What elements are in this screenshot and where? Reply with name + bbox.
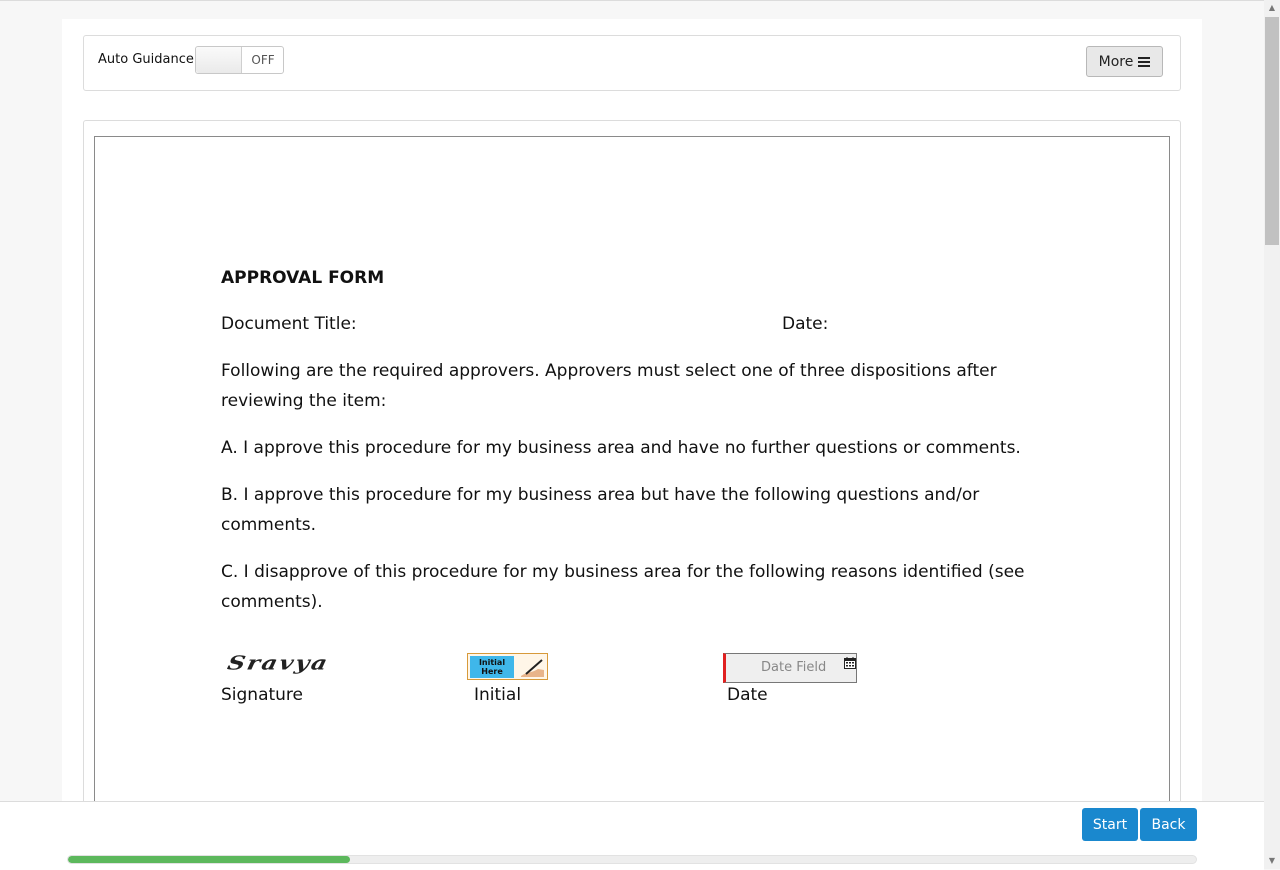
hamburger-icon xyxy=(1138,56,1151,67)
progress-bar xyxy=(67,855,1197,864)
toolbar: Auto Guidance OFF More xyxy=(83,35,1181,91)
more-label: More xyxy=(1098,53,1134,70)
start-button[interactable]: Start xyxy=(1082,808,1138,841)
date-field-input[interactable]: Date Field xyxy=(723,653,857,683)
date-field-placeholder: Date Field xyxy=(761,660,827,675)
initial-label: Initial xyxy=(474,685,522,705)
initial-here-tag: Initial Here xyxy=(470,656,514,678)
option-c-text: C. I disapprove of this procedure for my… xyxy=(221,562,1025,612)
auto-guidance-label: Auto Guidance xyxy=(98,52,194,67)
scroll-down-arrow-icon[interactable]: ▼ xyxy=(1264,853,1280,869)
document-title-label: Document Title: xyxy=(221,314,357,334)
auto-guidance-toggle[interactable]: OFF xyxy=(195,46,284,74)
toggle-state: OFF xyxy=(251,53,275,67)
signature-field[interactable]: Sravya xyxy=(226,651,332,674)
initial-here-button[interactable]: Initial Here xyxy=(467,653,548,680)
progress-fill xyxy=(68,856,350,863)
toggle-knob[interactable] xyxy=(196,47,242,73)
scroll-up-arrow-icon[interactable]: ▲ xyxy=(1264,0,1280,16)
more-button[interactable]: More xyxy=(1086,46,1163,77)
option-a-text: A. I approve this procedure for my busin… xyxy=(221,438,1021,458)
back-button[interactable]: Back xyxy=(1140,808,1197,841)
document-heading: APPROVAL FORM xyxy=(221,268,385,288)
signature-label: Signature xyxy=(221,685,304,705)
document-date-label: Date: xyxy=(782,314,829,334)
document-intro: Following are the required approvers. Ap… xyxy=(221,361,997,411)
calendar-icon[interactable] xyxy=(844,657,856,669)
footer-bar: Start Back xyxy=(0,801,1264,870)
scrollbar-thumb[interactable] xyxy=(1265,17,1279,245)
pen-icon xyxy=(521,659,544,677)
date-label: Date xyxy=(727,685,768,705)
top-border xyxy=(0,0,1264,1)
option-b-text: B. I approve this procedure for my busin… xyxy=(221,485,980,535)
